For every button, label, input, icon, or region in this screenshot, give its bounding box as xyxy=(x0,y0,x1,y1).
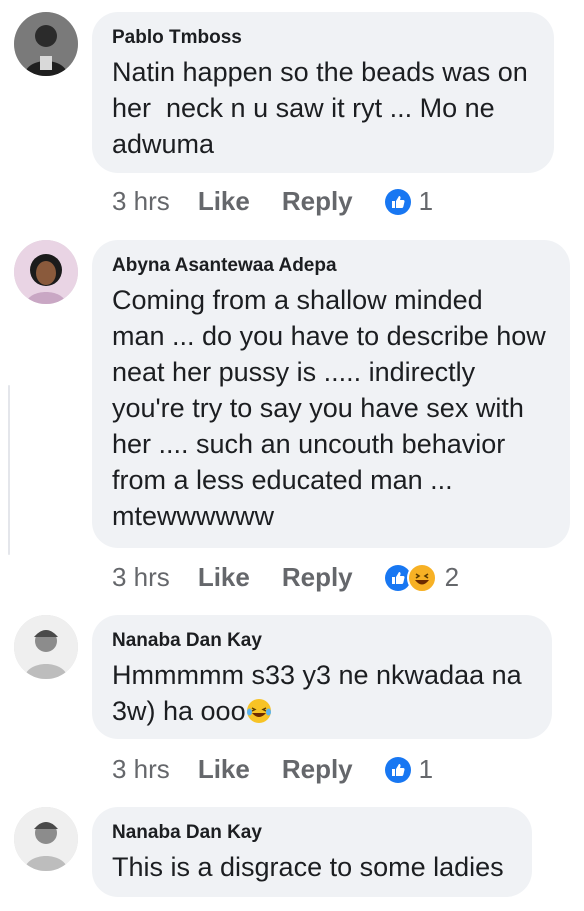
comment-author[interactable]: Abyna Asantewaa Adepa xyxy=(112,254,550,278)
reaction-count: 1 xyxy=(418,754,434,784)
avatar-photo-icon xyxy=(14,240,78,304)
comment-actions: 3 hrs Like Reply 2 xyxy=(112,562,459,593)
avatar[interactable] xyxy=(14,807,78,871)
like-button[interactable]: Like xyxy=(198,562,250,593)
like-icon xyxy=(384,756,411,783)
comment-text: Natin happen so the beads was on her nec… xyxy=(112,57,528,159)
avatar[interactable] xyxy=(14,12,78,76)
comment-bubble: Pablo Tmboss Natin happen so the beads w… xyxy=(92,12,554,173)
like-button[interactable]: Like xyxy=(198,186,250,217)
avatar-photo-icon xyxy=(14,807,78,871)
comment-text: Coming from a shallow minded man ... do … xyxy=(112,285,546,531)
reply-button[interactable]: Reply xyxy=(282,562,353,593)
comment-author[interactable]: Nanaba Dan Kay xyxy=(112,821,512,845)
comment-actions: 3 hrs Like Reply 1 xyxy=(112,754,433,785)
reaction-summary[interactable]: 2 xyxy=(384,562,460,593)
comment-timestamp[interactable]: 3 hrs xyxy=(112,562,170,593)
comment-bubble: Abyna Asantewaa Adepa Coming from a shal… xyxy=(92,240,570,548)
avatar-photo-icon xyxy=(14,615,78,679)
avatar[interactable] xyxy=(14,240,78,304)
comment-author[interactable]: Pablo Tmboss xyxy=(112,26,534,50)
comment-actions: 3 hrs Like Reply 1 xyxy=(112,186,433,217)
like-icon xyxy=(384,188,411,215)
laughing-tears-emoji-icon xyxy=(246,699,271,723)
comment-bubble: Nanaba Dan Kay This is a disgrace to som… xyxy=(92,807,532,897)
comment-text: This is a disgrace to some ladies xyxy=(112,852,504,882)
avatar-photo-icon xyxy=(14,12,78,76)
avatar[interactable] xyxy=(14,615,78,679)
like-button[interactable]: Like xyxy=(198,754,250,785)
comment-text-body: Hmmmmm s33 y3 ne nkwadaa na 3w) ha ooo xyxy=(112,660,522,726)
reply-button[interactable]: Reply xyxy=(282,186,353,217)
comment-bubble: Nanaba Dan Kay Hmmmmm s33 y3 ne nkwadaa … xyxy=(92,615,552,739)
reaction-count: 2 xyxy=(444,562,460,592)
comment-author[interactable]: Nanaba Dan Kay xyxy=(112,629,532,653)
reply-button[interactable]: Reply xyxy=(282,754,353,785)
comment-timestamp[interactable]: 3 hrs xyxy=(112,186,170,217)
comment-timestamp[interactable]: 3 hrs xyxy=(112,754,170,785)
reaction-summary[interactable]: 1 xyxy=(384,186,434,217)
haha-icon xyxy=(406,562,437,593)
comment-text: Hmmmmm s33 y3 ne nkwadaa na 3w) ha ooo xyxy=(112,657,532,729)
reaction-summary[interactable]: 1 xyxy=(384,754,434,785)
reaction-count: 1 xyxy=(418,186,434,216)
left-edge-divider xyxy=(8,385,10,555)
